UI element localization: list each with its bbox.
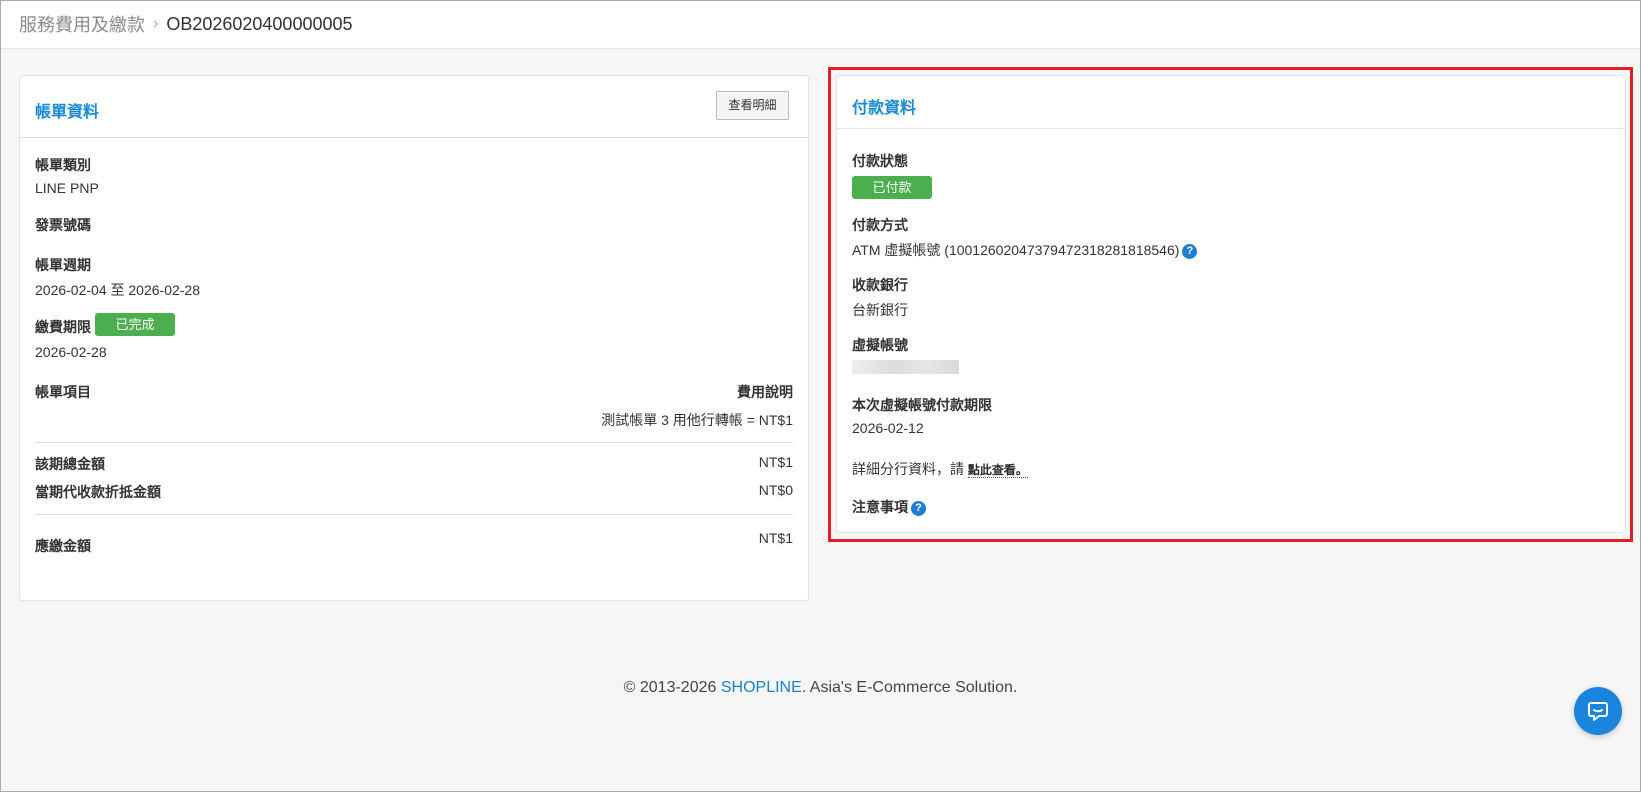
divider	[35, 514, 793, 515]
collection-offset-label: 當期代收款折抵金額	[35, 484, 161, 500]
breadcrumb: 服務費用及繳款 › OB2026020400000005	[19, 11, 353, 37]
divider	[35, 442, 793, 443]
footer: © 2013-2026 SHOPLINE. Asia's E-Commerce …	[1, 679, 1640, 697]
invoice-number-label: 發票號碼	[35, 217, 91, 233]
amount-payable-label: 應繳金額	[35, 538, 91, 554]
bill-items-label: 帳單項目	[35, 384, 91, 400]
period-total-value: NT$1	[758, 454, 793, 470]
chat-button[interactable]	[1574, 687, 1622, 735]
highlight-box	[828, 67, 1633, 542]
chat-bubble-icon	[1588, 702, 1608, 721]
bill-info-panel: 帳單資料 查看明細 帳單類別 LINE PNP 發票號碼 帳單週期 2026-0…	[19, 75, 809, 601]
footer-brand-link[interactable]: SHOPLINE	[721, 679, 802, 696]
amount-payable-value: NT$1	[758, 530, 793, 546]
bill-type-label: 帳單類別	[35, 157, 91, 173]
bill-panel-title: 帳單資料	[35, 104, 100, 121]
top-bar: 服務費用及繳款 › OB2026020400000005	[1, 1, 1640, 49]
payment-due-value: 2026-02-28	[35, 344, 107, 360]
completed-badge: 已完成	[95, 313, 175, 336]
breadcrumb-current: OB2026020400000005	[166, 13, 353, 34]
breadcrumb-parent-link[interactable]: 服務費用及繳款	[19, 11, 145, 37]
footer-suffix: . Asia's E-Commerce Solution.	[801, 679, 1018, 696]
collection-offset-value: NT$0	[758, 482, 793, 498]
bill-item-line: 測試帳單 3 用他行轉帳 = NT$1	[601, 412, 793, 428]
billing-period-value: 2026-02-04 至 2026-02-28	[35, 282, 201, 298]
period-total-label: 該期總金額	[35, 456, 105, 472]
bill-panel-header: 帳單資料 查看明細	[20, 76, 808, 138]
bill-type-value: LINE PNP	[35, 180, 99, 196]
breadcrumb-separator: ›	[153, 15, 159, 32]
view-details-button[interactable]: 查看明細	[716, 91, 789, 120]
billing-period-label: 帳單週期	[35, 257, 91, 273]
footer-prefix: © 2013-2026	[623, 679, 721, 696]
fee-description-label: 費用說明	[737, 384, 793, 400]
payment-due-label: 繳費期限	[35, 319, 91, 335]
